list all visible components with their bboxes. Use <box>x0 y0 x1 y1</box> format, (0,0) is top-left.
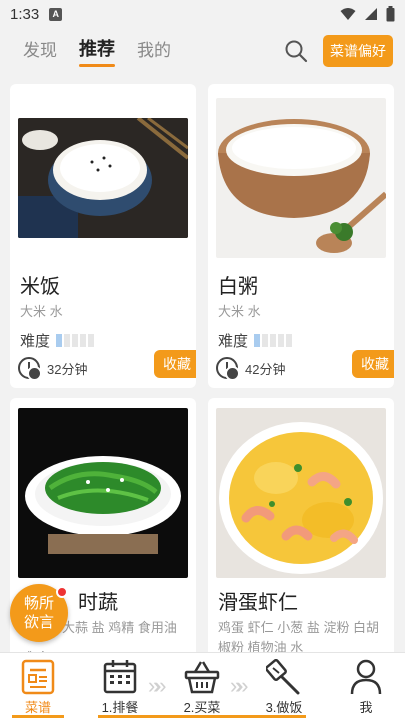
calendar-icon <box>103 660 137 694</box>
search-button[interactable] <box>279 34 313 68</box>
nav-label: 菜谱 <box>24 700 51 715</box>
nav-plan-meals[interactable]: 1.排餐 <box>90 659 150 716</box>
flow-progress-underline <box>98 715 306 718</box>
clock-icon <box>18 357 42 381</box>
cook-time: 32分钟 <box>47 361 88 377</box>
battery-icon <box>386 6 395 22</box>
status-time: 1:33 <box>10 5 40 23</box>
recipe-image-greens <box>18 408 188 578</box>
tab-discover[interactable]: 发现 <box>23 36 57 67</box>
difficulty-row: 难度 <box>20 330 95 351</box>
clock-icon <box>216 357 240 381</box>
nav-label: 2.买菜 <box>183 700 221 715</box>
recipe-card[interactable]: 滑蛋虾仁 鸡蛋 虾仁 小葱 盐 淀粉 白胡椒粉 植物油 水 <box>208 398 394 652</box>
nav-label: 1.排餐 <box>101 700 139 715</box>
recipe-image-shrimp-egg <box>216 408 386 578</box>
top-header: 发现 推荐 我的 菜谱偏好 <box>0 28 405 74</box>
recipe-image-congee <box>216 98 386 258</box>
step-arrow-icon: »» <box>148 673 167 698</box>
nav-buy-groceries[interactable]: 2.买菜 <box>172 659 232 716</box>
status-bar: 1:33 A <box>0 0 405 28</box>
difficulty-bars <box>254 334 293 347</box>
recipe-card[interactable]: 米饭 大米 水 难度 32分钟 收藏 <box>10 84 196 388</box>
recipe-ingredients: 大米 水 <box>218 304 261 319</box>
recipe-title: 滑蛋虾仁 <box>218 592 298 614</box>
favorite-button[interactable]: 收藏 <box>154 350 196 378</box>
status-icons <box>340 6 395 22</box>
nav-cook[interactable]: 3.做饭 <box>254 659 314 716</box>
bubble-line-2: 欲言 <box>23 614 54 631</box>
cook-time-row: 42分钟 <box>216 357 286 381</box>
recipe-card[interactable]: 白粥 大米 水 难度 42分钟 收藏 <box>208 84 394 388</box>
difficulty-label: 难度 <box>20 333 51 350</box>
bottom-navigation: 菜谱 1.排餐 »» 2.买菜 »» 3.做饭 我 <box>0 652 405 720</box>
difficulty-bars <box>56 334 95 347</box>
nav-me[interactable]: 我 <box>336 659 396 716</box>
signal-icon <box>365 8 377 20</box>
recipe-title: 白粥 <box>218 276 258 298</box>
recipe-preference-button[interactable]: 菜谱偏好 <box>323 35 393 67</box>
spatula-icon <box>266 659 300 695</box>
wifi-icon <box>340 8 356 20</box>
cook-time-row: 32分钟 <box>18 357 88 381</box>
difficulty-label: 难度 <box>218 333 249 350</box>
nav-label: 我 <box>359 700 373 715</box>
difficulty-row: 难度 <box>218 330 293 351</box>
basket-icon <box>184 661 220 694</box>
person-icon <box>350 659 382 695</box>
recipe-image-rice <box>18 118 188 238</box>
favorite-button[interactable]: 收藏 <box>352 350 394 378</box>
recipe-ingredients: 大米 水 <box>20 304 63 319</box>
recipe-ingredients: 大蒜 盐 鸡精 食用油 <box>62 620 177 635</box>
recipe-ingredients: 鸡蛋 虾仁 小葱 盐 淀粉 白胡椒粉 植物油 水 <box>218 620 380 652</box>
cook-time: 42分钟 <box>245 361 286 377</box>
notification-dot <box>56 586 68 598</box>
app-notification-icon: A <box>49 7 63 21</box>
recipe-grid: 米饭 大米 水 难度 32分钟 收藏 白粥 大米 水 难度 42分钟 收藏 时蔬… <box>10 84 395 652</box>
tab-mine[interactable]: 我的 <box>137 36 171 67</box>
nav-active-underline <box>12 715 64 718</box>
nav-recipes[interactable]: 菜谱 <box>8 659 68 716</box>
recipe-title: 时蔬 <box>78 592 118 614</box>
search-icon <box>285 40 308 63</box>
nav-label: 3.做饭 <box>265 700 303 715</box>
recipe-title: 米饭 <box>20 276 60 298</box>
tab-recommend[interactable]: 推荐 <box>79 35 115 67</box>
step-arrow-icon: »» <box>230 673 249 698</box>
recipe-book-icon <box>21 659 55 695</box>
